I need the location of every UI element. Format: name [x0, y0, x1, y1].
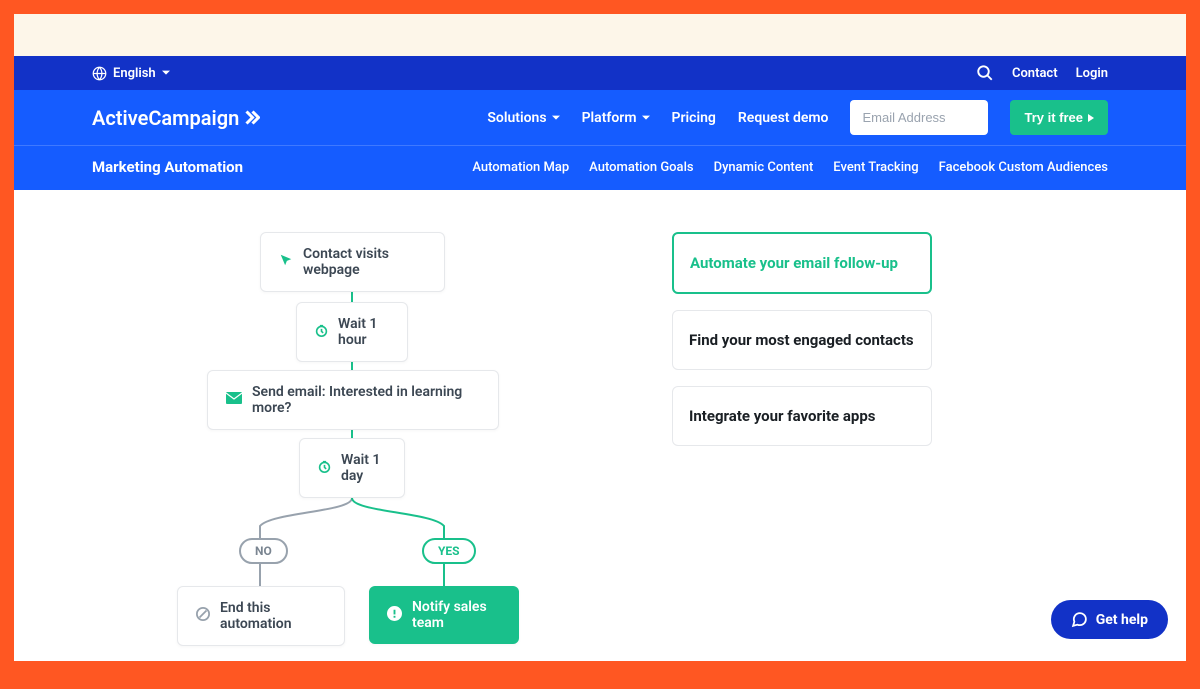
brand-logo[interactable]: ActiveCampaign [92, 106, 260, 130]
chevron-down-icon [552, 114, 560, 122]
feature-cards: Automate your email follow-up Find your … [672, 232, 932, 652]
mail-icon [226, 392, 242, 408]
caret-right-icon [1088, 114, 1094, 122]
login-link[interactable]: Login [1076, 66, 1108, 81]
flow-step-wait-day[interactable]: Wait 1 day [299, 438, 405, 498]
globe-icon [92, 66, 107, 81]
alert-icon [387, 606, 402, 625]
subnav-link[interactable]: Event Tracking [833, 160, 918, 175]
nav-pricing[interactable]: Pricing [672, 110, 716, 126]
branch-yes-label: YES [422, 538, 476, 564]
feature-card-email-followup[interactable]: Automate your email follow-up [672, 232, 932, 294]
subnav-link[interactable]: Automation Map [472, 160, 569, 175]
nav-platform[interactable]: Platform [582, 110, 650, 126]
flow-step-notify[interactable]: Notify sales team [369, 586, 519, 644]
main-nav: ActiveCampaign Solutions Platform Pricin… [14, 90, 1186, 145]
flow-step-wait[interactable]: Wait 1 hour [296, 302, 408, 362]
brand-text: ActiveCampaign [92, 106, 239, 130]
flow-step-trigger[interactable]: Contact visits webpage [260, 232, 445, 292]
brand-chevron-icon [245, 106, 260, 130]
email-input[interactable] [850, 100, 988, 135]
cursor-icon [279, 253, 293, 271]
get-help-button[interactable]: Get help [1051, 600, 1168, 639]
chat-icon [1071, 611, 1088, 628]
language-selector[interactable]: English [92, 66, 170, 81]
chevron-down-icon [162, 69, 170, 77]
timer-icon [318, 460, 331, 477]
sub-nav: Marketing Automation Automation Map Auto… [14, 145, 1186, 190]
nav-solutions[interactable]: Solutions [487, 110, 559, 126]
flow-step-end[interactable]: End this automation [177, 586, 345, 646]
automation-flow: Contact visits webpage Wait 1 hour Send … [92, 232, 612, 652]
page-title: Marketing Automation [92, 158, 243, 176]
subnav-link[interactable]: Dynamic Content [714, 160, 814, 175]
feature-card-engaged-contacts[interactable]: Find your most engaged contacts [672, 310, 932, 370]
try-free-button[interactable]: Try it free [1010, 100, 1108, 135]
feature-card-integrate-apps[interactable]: Integrate your favorite apps [672, 386, 932, 446]
subnav-link[interactable]: Automation Goals [589, 160, 693, 175]
timer-icon [315, 324, 328, 341]
subnav-link[interactable]: Facebook Custom Audiences [939, 160, 1108, 175]
contact-link[interactable]: Contact [1012, 66, 1058, 81]
nav-request-demo[interactable]: Request demo [738, 110, 829, 126]
flow-step-email[interactable]: Send email: Interested in learning more? [207, 370, 499, 430]
search-icon[interactable] [976, 64, 994, 82]
branch-no-label: NO [239, 538, 288, 564]
chevron-down-icon [642, 114, 650, 122]
language-label: English [113, 66, 156, 81]
utility-bar: English Contact Login [14, 56, 1186, 90]
cancel-icon [196, 607, 210, 625]
